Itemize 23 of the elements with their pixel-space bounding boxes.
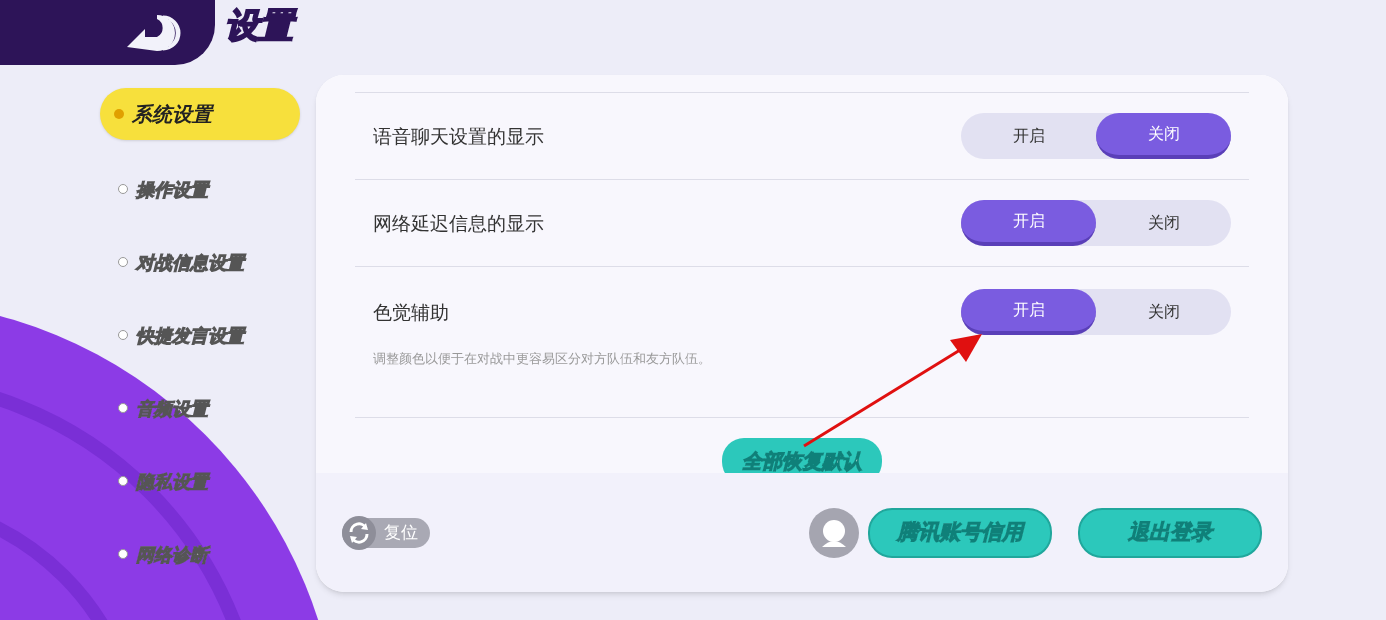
bullet-icon [114,109,124,119]
sidebar-tab[interactable]: 对战信息设置 [100,238,300,286]
sidebar-tab[interactable]: 快捷发言设置 [100,311,300,359]
bullet-icon [118,403,128,413]
setting-label: 网络延迟信息的显示 [373,210,544,236]
bullet-icon [118,184,128,194]
toggle-option[interactable]: 关闭 [1096,113,1231,159]
refresh-icon [342,515,376,550]
toggle-option[interactable]: 关闭 [1096,200,1231,246]
sidebar-tab[interactable]: 系统设置 [100,88,300,140]
setting-label: 语音聊天设置的显示 [373,123,544,149]
bullet-icon [118,257,128,267]
bullet-icon [118,476,128,486]
toggle-option[interactable]: 关闭 [1096,289,1231,335]
setting-label: 色觉辅助 [373,299,449,325]
toggle-option[interactable]: 开启 [961,113,1096,159]
sidebar-tab[interactable]: 操作设置 [100,165,300,213]
toggle-option[interactable]: 开启 [961,289,1096,335]
toggle-option[interactable]: 开启 [961,200,1096,246]
sidebar-tab[interactable]: 音频设置 [100,384,300,432]
bullet-icon [118,549,128,559]
bullet-icon [118,330,128,340]
setting-description: 调整颜色以便于在对战中更容易区分对方队伍和友方队伍。 [373,350,712,368]
